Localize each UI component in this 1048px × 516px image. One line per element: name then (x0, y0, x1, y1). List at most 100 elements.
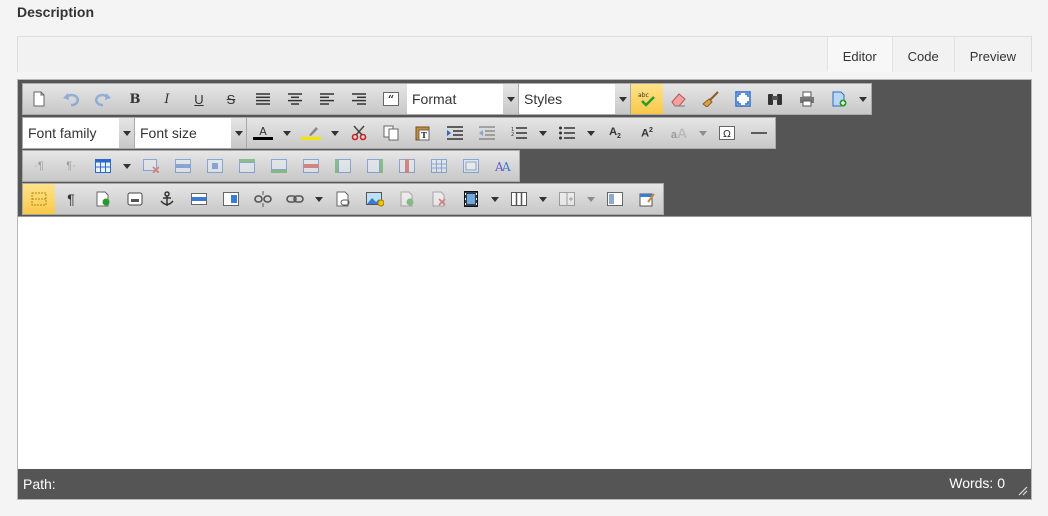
table-dropdown[interactable] (119, 151, 135, 181)
columns-button[interactable] (503, 184, 535, 214)
blockquote-icon: “ (383, 92, 399, 106)
media-dropdown[interactable] (487, 184, 503, 214)
outdent-button[interactable] (471, 118, 503, 148)
paste-text-button[interactable]: T (407, 118, 439, 148)
insert-row-after-button[interactable] (263, 151, 295, 181)
align-left-button[interactable] (311, 84, 343, 114)
undo-button[interactable] (55, 84, 87, 114)
delete-row-button[interactable] (295, 151, 327, 181)
format-dropdown[interactable]: Format (407, 84, 519, 114)
link-button[interactable] (279, 184, 311, 214)
font-case-dropdown[interactable] (695, 118, 711, 148)
ltr-button[interactable]: ·¶ (23, 151, 55, 181)
insert-col-after-icon (367, 159, 383, 173)
table-cell-properties-button[interactable] (199, 151, 231, 181)
clean-up-button[interactable] (695, 84, 727, 114)
font-family-dropdown[interactable]: Font family (23, 118, 135, 148)
blockquote-button[interactable]: “ (375, 84, 407, 114)
text-color-dropdown[interactable] (279, 118, 295, 148)
insert-image-button[interactable] (359, 184, 391, 214)
split-cells-button[interactable] (423, 151, 455, 181)
indent-button[interactable] (439, 118, 471, 148)
strikethrough-button[interactable]: S (215, 84, 247, 114)
rtl-button[interactable]: ¶· (55, 151, 87, 181)
align-right-button[interactable] (343, 84, 375, 114)
page-break-button[interactable] (215, 184, 247, 214)
insert-col-after-button[interactable] (359, 151, 391, 181)
text-color-button[interactable]: A (247, 118, 279, 148)
new-document-button[interactable] (23, 84, 55, 114)
cut-button[interactable] (343, 118, 375, 148)
spellcheck-button[interactable]: abc (631, 84, 663, 114)
editor-content-area[interactable] (18, 216, 1031, 467)
chevron-down-icon (122, 130, 131, 136)
superscript-button[interactable]: A2 (631, 118, 663, 148)
bullet-list-dropdown[interactable] (583, 118, 599, 148)
insert-cell-button[interactable] (391, 184, 423, 214)
show-invisibles-button[interactable]: ¶ (55, 184, 87, 214)
row1-more-button[interactable] (855, 84, 871, 114)
special-character-button[interactable]: Ω (711, 118, 743, 148)
delete-table-button[interactable] (135, 151, 167, 181)
bold-button[interactable]: B (119, 84, 151, 114)
highlight-color-dropdown[interactable] (327, 118, 343, 148)
insert-media-button[interactable] (455, 184, 487, 214)
split-view-button[interactable] (599, 184, 631, 214)
insert-col-before-button[interactable] (327, 151, 359, 181)
merge-cells-button[interactable] (455, 151, 487, 181)
numbered-list-dropdown[interactable] (535, 118, 551, 148)
pilcrow-icon: ¶ (67, 191, 75, 207)
font-case-button[interactable]: aA (663, 118, 695, 148)
fullscreen-button[interactable] (727, 84, 759, 114)
link-dropdown[interactable] (311, 184, 327, 214)
styles-dropdown-arrow[interactable] (615, 84, 630, 114)
indent-icon (447, 126, 463, 140)
table-button[interactable] (87, 151, 119, 181)
highlight-color-button[interactable] (295, 118, 327, 148)
template-props-button[interactable] (631, 184, 663, 214)
tab-code[interactable]: Code (891, 37, 954, 72)
delete-col-button[interactable] (391, 151, 423, 181)
rich-text-editor: B I U S “ Format Styles abc Font family … (17, 79, 1032, 500)
find-button[interactable] (759, 84, 791, 114)
columns-dropdown[interactable] (535, 184, 551, 214)
font-family-arrow[interactable] (119, 118, 134, 148)
horizontal-rule-button[interactable] (743, 118, 775, 148)
document-props-button[interactable] (87, 184, 119, 214)
styles-dropdown-label: Styles (524, 91, 563, 107)
copy-button[interactable] (375, 118, 407, 148)
clear-formatting-button[interactable] (663, 84, 695, 114)
print-button[interactable] (791, 84, 823, 114)
table-row-properties-button[interactable] (167, 151, 199, 181)
subscript-button[interactable]: A2 (599, 118, 631, 148)
underline-icon: U (194, 91, 204, 107)
column-props-dropdown[interactable] (583, 184, 599, 214)
chevron-down-icon (587, 196, 595, 202)
column-props-button[interactable] (551, 184, 583, 214)
anchor-button[interactable] (151, 184, 183, 214)
font-size-dropdown[interactable]: Font size (135, 118, 247, 148)
format-dropdown-arrow[interactable] (503, 84, 518, 114)
tab-preview[interactable]: Preview (953, 37, 1031, 72)
insert-layer-button[interactable] (119, 184, 151, 214)
underline-button[interactable]: U (183, 84, 215, 114)
align-center-button[interactable] (279, 84, 311, 114)
styles-dropdown[interactable]: Styles (519, 84, 631, 114)
templates-button[interactable] (823, 84, 855, 114)
tab-editor[interactable]: Editor (826, 37, 892, 72)
bullet-list-button[interactable] (551, 118, 583, 148)
delete-cell-button[interactable] (423, 184, 455, 214)
redo-button[interactable] (87, 84, 119, 114)
film-icon (464, 191, 478, 207)
horizontal-line-button[interactable] (183, 184, 215, 214)
font-size-arrow[interactable] (231, 118, 246, 148)
style-props-button[interactable]: AA (487, 151, 519, 181)
unlink-button[interactable] (247, 184, 279, 214)
italic-button[interactable]: I (151, 84, 183, 114)
resize-handle-icon[interactable] (1018, 486, 1028, 496)
justify-button[interactable] (247, 84, 279, 114)
insert-file-button[interactable] (327, 184, 359, 214)
insert-row-before-button[interactable] (231, 151, 263, 181)
numbered-list-button[interactable]: 12 (503, 118, 535, 148)
show-blocks-button[interactable] (23, 184, 55, 214)
